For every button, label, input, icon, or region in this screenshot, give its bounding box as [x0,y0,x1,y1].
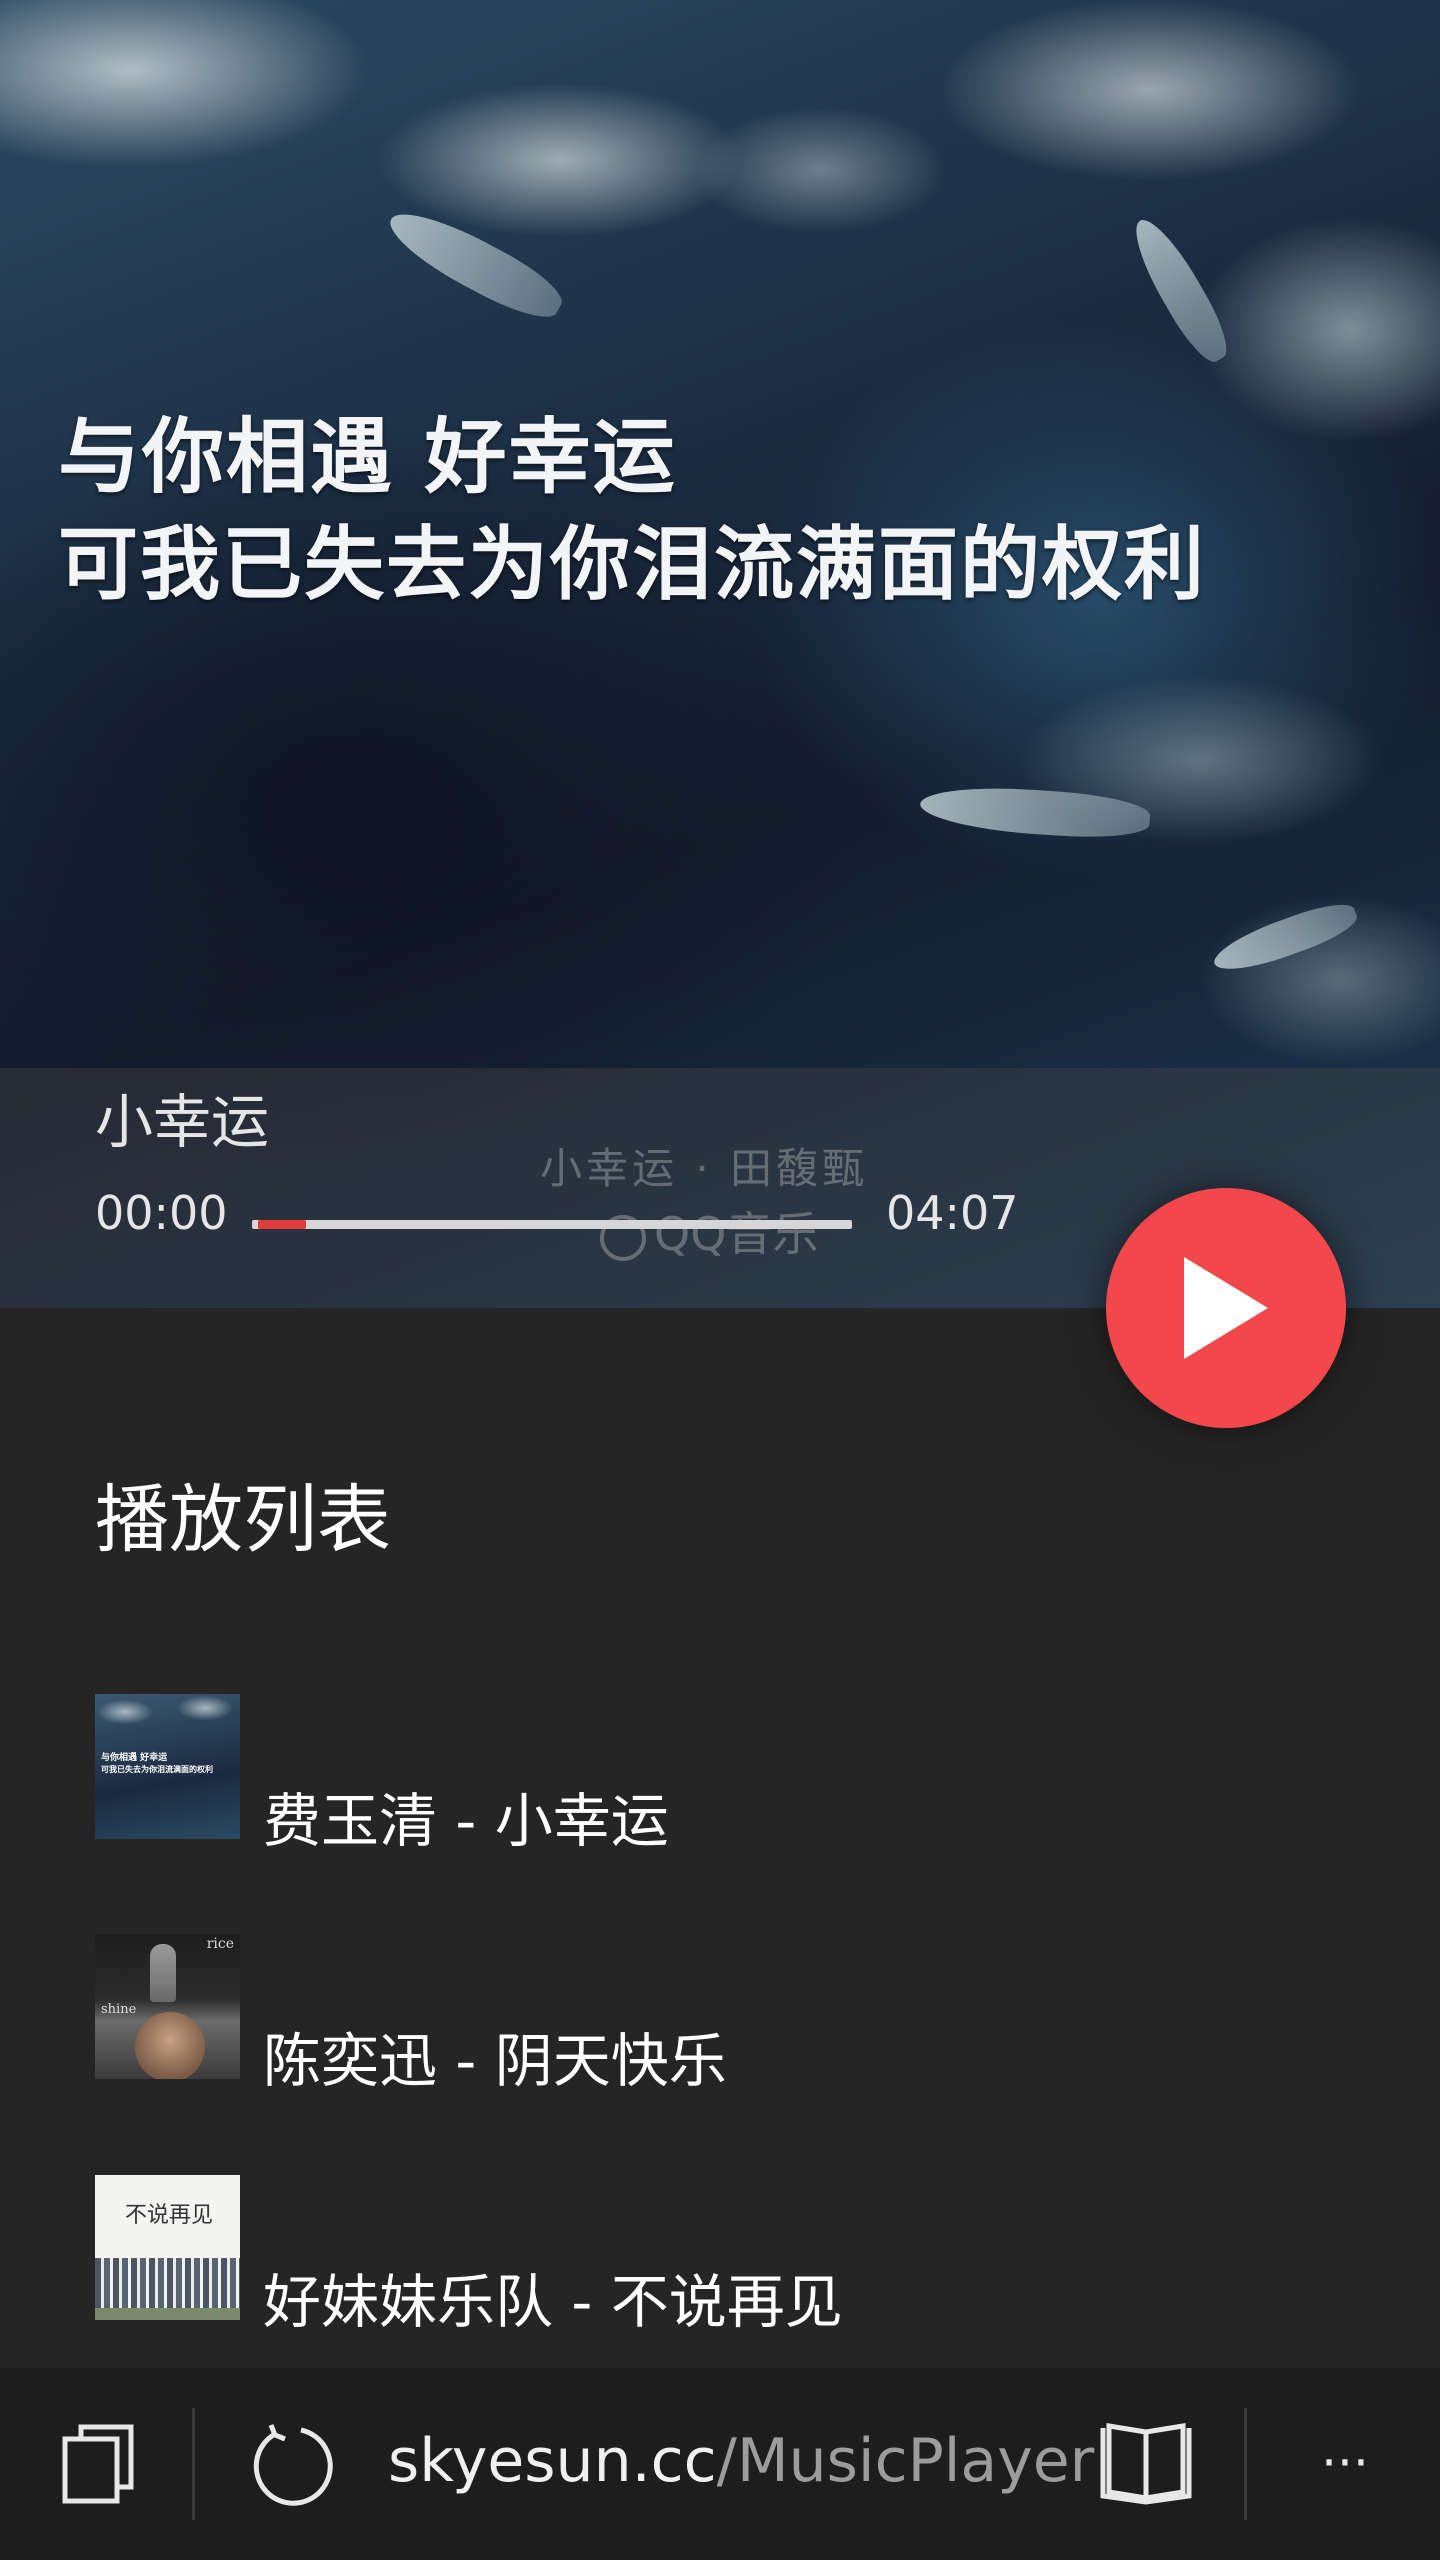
playlist-item[interactable]: rice shine 陈奕迅 - 阴天快乐 [95,1934,1295,2095]
play-icon [1184,1257,1268,1359]
thumbnail-title: 不说再见 [125,2203,214,2228]
statue-image [150,1944,176,2002]
tabs-icon-graphic [62,2424,134,2504]
url-path: /MusicPlayer [716,2426,1095,2496]
ground-image [95,2308,240,2320]
duration: 04:07 [886,1186,1019,1240]
progress-slider[interactable] [252,1220,852,1229]
playlist-item-label: 陈奕迅 - 阴天快乐 [263,2027,727,2095]
toolbar-divider [192,2408,195,2520]
album-thumbnail: rice shine [95,1934,240,2079]
thumbnail-text: 可我已失去为你泪流满面的权利 [101,1765,213,1774]
album-thumbnail: 与你相遇 好幸运 可我已失去为你泪流满面的权利 [95,1694,240,1839]
playlist-item[interactable]: 不说再见 好妹妹乐队 - 不说再见 [95,2175,1295,2336]
play-button[interactable] [1106,1188,1346,1428]
progress-fill [258,1220,306,1229]
fish-decoration [1208,895,1362,981]
thumbnail-text: 与你相遇 好幸运 [101,1753,168,1763]
reading-view-icon-graphic [1100,2423,1192,2505]
current-time: 00:00 [95,1186,228,1240]
fish-decoration [1122,210,1238,370]
toolbar-divider [1244,2408,1247,2520]
face-image [135,2012,205,2079]
refresh-icon-graphic [253,2424,333,2506]
playlist-item[interactable]: 与你相遇 好幸运 可我已失去为你泪流满面的权利 费玉清 - 小幸运 [95,1694,1295,1855]
lyric-line-2: 可我已失去为你泪流满面的权利 [58,518,1206,611]
thumbnail-text: shine [101,2002,137,2017]
fish-decoration [379,198,571,330]
refresh-icon[interactable] [248,2420,336,2508]
url-domain: skyesun.cc [388,2426,717,2496]
playlist-item-label: 费玉清 - 小幸运 [263,1787,669,1855]
more-icon[interactable]: ··· [1300,2428,1390,2498]
playlist-heading: 播放列表 [95,1477,391,1563]
reading-view-icon[interactable] [1098,2422,1194,2506]
lyric-line-1: 与你相遇 好幸运 [58,410,677,505]
browser-toolbar: skyesun.cc/MusicPlayer ··· [0,2368,1440,2560]
tabs-icon[interactable] [58,2424,138,2504]
album-thumbnail: 不说再见 [95,2175,240,2320]
track-title: 小幸运 [95,1088,270,1156]
playlist-item-label: 好妹妹乐队 - 不说再见 [263,2268,843,2336]
thumbnail-text: rice [206,1936,234,1952]
fish-decoration [918,782,1152,842]
address-bar[interactable]: skyesun.cc/MusicPlayer [388,2426,1094,2496]
